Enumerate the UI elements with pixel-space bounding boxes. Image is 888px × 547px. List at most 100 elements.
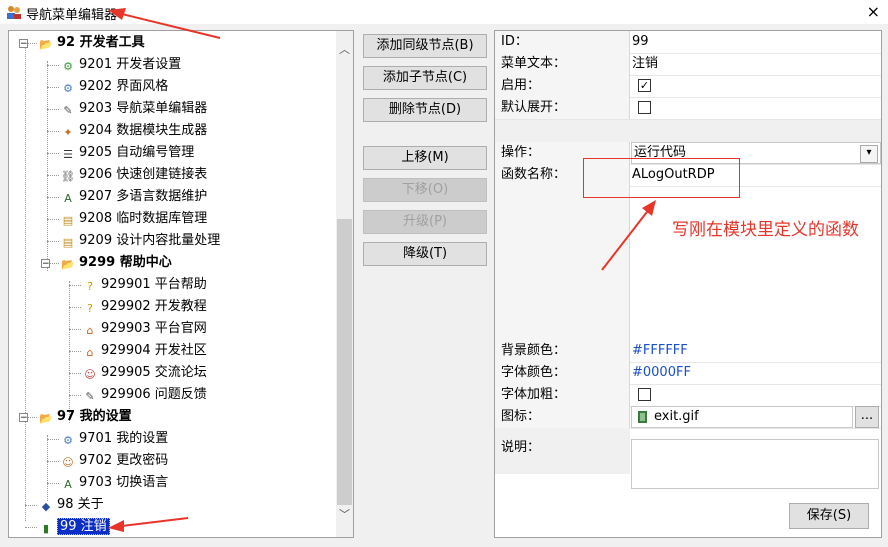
chevron-down-icon[interactable]: ▾ xyxy=(860,145,878,163)
tree-connector xyxy=(25,39,26,521)
tree-connector xyxy=(25,505,37,506)
app-users-icon xyxy=(7,6,21,19)
add-child-button[interactable]: 添加子节点(C) xyxy=(363,66,487,90)
tree-node-929905[interactable]: ☺ 929905 交流论坛 xyxy=(83,363,207,383)
tree-node-99[interactable]: ▮ 99 注销 xyxy=(39,517,110,537)
tree-node-929904[interactable]: ⌂ 929904 开发社区 xyxy=(83,341,207,361)
database-icon: ▤ xyxy=(62,236,74,249)
help-icon: ? xyxy=(87,280,93,293)
tree-node-9204[interactable]: ✦ 9204 数据模块生成器 xyxy=(61,121,207,141)
prop-row-icon: 图标： exit.gif ... xyxy=(495,406,881,429)
menu-tree[interactable]: ︿ ﹀ − 📂 92 开发者工具 ⚙ 9201 开发者设置 ⚙ 9202 界面风格 ✎ 9203… xyxy=(8,30,354,538)
icon-value: exit.gif xyxy=(654,409,699,424)
tree-node-9201[interactable]: ⚙ 9201 开发者设置 xyxy=(61,55,181,75)
folder-open-icon: 📂 xyxy=(39,412,53,425)
scroll-down-icon[interactable]: ﹀ xyxy=(336,506,353,523)
tree-node-929901[interactable]: ? 929901 平台帮助 xyxy=(83,275,207,295)
tree-connector xyxy=(47,439,59,440)
scroll-up-icon[interactable]: ︿ xyxy=(336,41,353,58)
tree-connector xyxy=(47,197,59,198)
selection-arrow-icon xyxy=(108,517,189,532)
tree-node-929903[interactable]: ⌂ 929903 平台官网 xyxy=(83,319,207,339)
tree-node-9299[interactable]: 📂 9299 帮助中心 xyxy=(61,253,172,273)
tree-node-929906[interactable]: ✎ 929906 问题反馈 xyxy=(83,385,206,405)
delete-node-button[interactable]: 删除节点(D) xyxy=(363,98,487,122)
tree-expander-icon[interactable]: − xyxy=(41,259,50,269)
tree-connector xyxy=(47,175,59,176)
database-icon: ▤ xyxy=(62,214,74,227)
tree-node-label: 97 我的设置 xyxy=(57,409,132,424)
enabled-checkbox[interactable]: ✓ xyxy=(638,79,651,92)
annotation-arrow-icon xyxy=(601,200,656,271)
link-icon: ⛓ xyxy=(61,170,75,183)
tree-node-929902[interactable]: ? 929902 开发教程 xyxy=(83,297,207,317)
demote-button[interactable]: 降级(T) xyxy=(363,242,487,266)
prop-row-enabled: 启用： ✓ xyxy=(495,75,881,98)
users-icon: ☺ xyxy=(84,368,96,381)
move-down-button[interactable]: 下移(O) xyxy=(363,178,487,202)
section-separator xyxy=(495,120,881,142)
icon-field[interactable]: exit.gif xyxy=(631,406,853,428)
prop-row-bg-color: 背景颜色： #FFFFFF xyxy=(495,340,881,363)
tree-connector xyxy=(47,483,59,484)
edit-document-icon: ✎ xyxy=(63,104,73,117)
description-textarea[interactable] xyxy=(631,439,879,489)
close-icon[interactable]: × xyxy=(867,2,880,21)
default-expand-checkbox[interactable] xyxy=(638,101,651,114)
tree-node-9209[interactable]: ▤ 9209 设计内容批量处理 xyxy=(61,231,220,251)
icon-label: 图标： xyxy=(495,406,630,428)
tree-node-9208[interactable]: ▤ 9208 临时数据库管理 xyxy=(61,209,207,229)
tree-node-label: 9209 设计内容批量处理 xyxy=(79,233,221,248)
bold-checkbox[interactable] xyxy=(638,388,651,401)
tree-connector xyxy=(69,395,81,396)
tree-node-9203[interactable]: ✎ 9203 导航菜单编辑器 xyxy=(61,99,207,119)
default-expand-label: 默认展开： xyxy=(495,97,630,119)
tree-connector xyxy=(47,109,59,110)
tree-node-9207[interactable]: A 9207 多语言数据维护 xyxy=(61,187,207,207)
tree-node-label: 9208 临时数据库管理 xyxy=(79,211,208,226)
tree-connector xyxy=(69,351,81,352)
prop-row-id: ID： 99 xyxy=(495,31,881,54)
add-sibling-button[interactable]: 添加同级节点(B) xyxy=(363,34,487,58)
tree-node-97[interactable]: 📂 97 我的设置 xyxy=(39,407,132,427)
promote-button[interactable]: 升级(P) xyxy=(363,210,487,234)
help-icon: ? xyxy=(87,302,93,315)
menu-text-field[interactable]: 注销 xyxy=(632,53,658,75)
tree-scrollbar[interactable]: ︿ ﹀ xyxy=(336,31,353,537)
tree-expander-icon[interactable]: − xyxy=(19,39,28,49)
tree-node-label: 929902 开发教程 xyxy=(101,299,207,314)
annotation-text: 写刚在模块里定义的函数 xyxy=(672,220,859,240)
move-up-button[interactable]: 上移(M) xyxy=(363,146,487,170)
tree-connector xyxy=(69,373,81,374)
tree-expander-icon[interactable]: − xyxy=(19,413,28,423)
tree-node-label: 9207 多语言数据维护 xyxy=(79,189,208,204)
tree-connector xyxy=(69,281,70,423)
tree-node-9702[interactable]: ☺ 9702 更改密码 xyxy=(61,451,168,471)
tree-node-label: 9202 界面风格 xyxy=(79,79,169,94)
tree-connector xyxy=(69,285,81,286)
save-button[interactable]: 保存(S) xyxy=(789,503,869,529)
magic-wand-icon: ✦ xyxy=(63,126,73,139)
tree-connector xyxy=(25,527,37,528)
bg-color-value[interactable]: #FFFFFF xyxy=(632,340,688,362)
tree-node-9701[interactable]: ⚙ 9701 我的设置 xyxy=(61,429,168,449)
enabled-label: 启用： xyxy=(495,75,630,97)
browse-icon-button[interactable]: ... xyxy=(855,406,879,428)
scroll-thumb[interactable] xyxy=(337,219,352,505)
annotation-highlight-box xyxy=(583,158,740,198)
tree-node-9202[interactable]: ⚙ 9202 界面风格 xyxy=(61,77,168,97)
tree-node-9205[interactable]: ☰ 9205 自动编号管理 xyxy=(61,143,194,163)
home-icon: ⌂ xyxy=(86,324,94,337)
tree-node-9703[interactable]: A 9703 切换语言 xyxy=(61,473,168,493)
tree-node-label: 929903 平台官网 xyxy=(101,321,207,336)
tree-node-9206[interactable]: ⛓ 9206 快速创建链接表 xyxy=(61,165,207,185)
tree-node-label: 929905 交流论坛 xyxy=(101,365,207,380)
tree-connector xyxy=(69,329,81,330)
edit-document-icon: ✎ xyxy=(85,390,95,403)
tree-node-98[interactable]: ◆ 98 关于 xyxy=(39,495,104,515)
tree-node-label: 9701 我的设置 xyxy=(79,431,169,446)
translate-icon: A xyxy=(64,192,72,205)
bold-label: 字体加粗： xyxy=(495,384,630,406)
id-value: 99 xyxy=(632,34,649,49)
font-color-value[interactable]: #0000FF xyxy=(632,362,691,384)
